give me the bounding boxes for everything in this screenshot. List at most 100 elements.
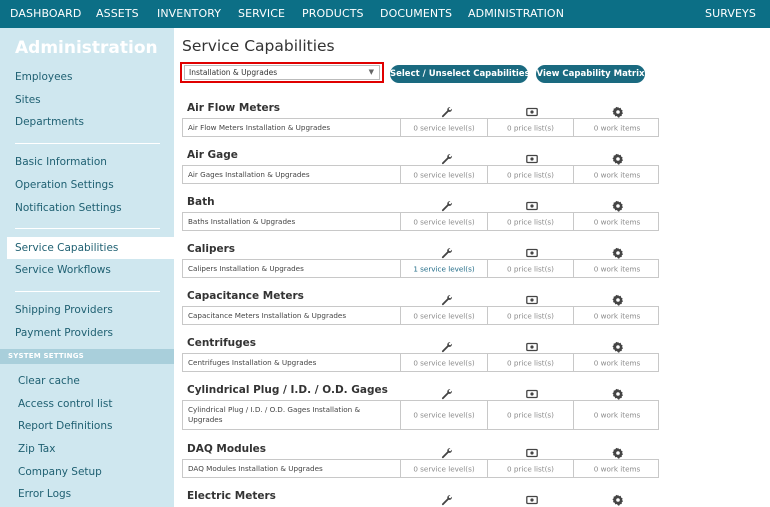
select-box[interactable]: Installation & Upgrades ▼ [184,65,380,80]
service-levels-count[interactable]: 0 service level(s) [401,123,487,132]
service-levels-cell[interactable]: 0 service level(s) [401,460,488,477]
top-nav: DASHBOARD ASSETS INVENTORY SERVICE PRODU… [0,0,770,28]
work-items-cell[interactable]: 0 work items [574,460,660,477]
service-levels-count[interactable]: 0 service level(s) [401,217,487,226]
gear-icon [612,338,624,353]
service-levels-cell[interactable]: 0 service level(s) [401,354,488,371]
work-items-count[interactable]: 0 work items [574,311,660,320]
service-levels-count[interactable]: 1 service level(s) [401,264,487,273]
price-lists-cell[interactable]: 0 price list(s) [488,260,574,277]
group-title-air-gage: Air Gage [187,149,238,161]
sidebar-item-payment-providers[interactable]: Payment Providers [15,327,113,339]
work-items-count[interactable]: 0 work items [574,264,660,273]
sidebar-item-sites[interactable]: Sites [15,94,41,106]
capability-name: Calipers Installation & Upgrades [188,263,304,273]
price-lists-count[interactable]: 0 price list(s) [488,123,573,132]
price-lists-cell[interactable]: 0 price list(s) [488,213,574,230]
work-items-count[interactable]: 0 work items [574,217,660,226]
price-lists-count[interactable]: 0 price list(s) [488,311,573,320]
nav-assets[interactable]: ASSETS [96,0,139,28]
sidebar-item-error-logs[interactable]: Error Logs [18,488,71,500]
sidebar-item-company-setup[interactable]: Company Setup [18,466,102,478]
service-levels-cell[interactable]: 0 service level(s) [401,119,488,136]
capability-name-cell: Air Flow Meters Installation & Upgrades [183,119,401,136]
sidebar-item-employees[interactable]: Employees [15,71,72,83]
price-lists-count[interactable]: 0 price list(s) [488,358,573,367]
sidebar-item-departments[interactable]: Departments [15,116,84,128]
wrench-icon [441,338,453,353]
service-levels-count[interactable]: 0 service level(s) [401,411,487,420]
sidebar-item-shipping-providers[interactable]: Shipping Providers [15,304,113,316]
work-items-cell[interactable]: 0 work items [574,307,660,324]
service-levels-cell[interactable]: 0 service level(s) [401,213,488,230]
service-levels-count[interactable]: 0 service level(s) [401,170,487,179]
nav-dashboard[interactable]: DASHBOARD [10,0,81,28]
money-icon [526,103,538,117]
money-icon [526,385,538,399]
price-lists-count[interactable]: 0 price list(s) [488,464,573,473]
service-levels-count[interactable]: 0 service level(s) [401,358,487,367]
sidebar-item-access-control-list[interactable]: Access control list [18,398,112,410]
capability-filter-select[interactable]: Installation & Upgrades ▼ [180,62,384,83]
sidebar-item-notification-settings[interactable]: Notification Settings [15,202,122,214]
price-lists-cell[interactable]: 0 price list(s) [488,119,574,136]
capability-name-cell: Air Gages Installation & Upgrades [183,166,401,183]
money-icon [526,491,538,505]
wrench-icon [441,444,453,459]
price-lists-count[interactable]: 0 price list(s) [488,217,573,226]
capability-row: Centrifuges Installation & Upgrades 0 ser… [182,353,659,372]
work-items-cell[interactable]: 0 work items [574,401,660,429]
sidebar-title: Administration [15,38,158,58]
sidebar-item-basic-information[interactable]: Basic Information [15,156,107,168]
price-lists-count[interactable]: 0 price list(s) [488,411,573,420]
work-items-cell[interactable]: 0 work items [574,119,660,136]
sidebar-item-service-capabilities[interactable]: Service Capabilities [15,242,118,254]
price-lists-count[interactable]: 0 price list(s) [488,264,573,273]
nav-inventory[interactable]: INVENTORY [157,0,221,28]
select-value: Installation & Upgrades [189,68,278,77]
sidebar-item-zip-tax[interactable]: Zip Tax [18,443,55,455]
gear-icon [612,444,624,459]
service-levels-count[interactable]: 0 service level(s) [401,311,487,320]
work-items-count[interactable]: 0 work items [574,123,660,132]
capability-name-cell: DAQ Modules Installation & Upgrades [183,460,401,477]
select-unselect-capabilities-button[interactable]: Select / Unselect Capabilities [390,65,530,83]
service-levels-cell[interactable]: 0 service level(s) [401,307,488,324]
work-items-count[interactable]: 0 work items [574,464,660,473]
service-levels-cell[interactable]: 1 service level(s) [401,260,488,277]
service-levels-cell[interactable]: 0 service level(s) [401,401,488,429]
work-items-count[interactable]: 0 work items [574,358,660,367]
price-lists-cell[interactable]: 0 price list(s) [488,401,574,429]
price-lists-cell[interactable]: 0 price list(s) [488,166,574,183]
nav-administration[interactable]: ADMINISTRATION [468,0,564,28]
sidebar-item-report-definitions[interactable]: Report Definitions [18,420,112,432]
gear-icon [612,291,624,306]
group-title-centrifuges: Centrifuges [187,337,257,349]
nav-service[interactable]: SERVICE [238,0,285,28]
sidebar-item-service-workflows[interactable]: Service Workflows [15,264,111,276]
nav-documents[interactable]: DOCUMENTS [380,0,452,28]
capability-row: Air Flow Meters Installation & Upgrades 0… [182,118,659,137]
sidebar-item-operation-settings[interactable]: Operation Settings [15,179,114,191]
work-items-cell[interactable]: 0 work items [574,260,660,277]
sidebar-item-clear-cache[interactable]: Clear cache [18,375,80,387]
wrench-icon [441,244,453,259]
work-items-cell[interactable]: 0 work items [574,354,660,371]
work-items-cell[interactable]: 0 work items [574,166,660,183]
gear-icon [612,197,624,212]
capability-name-cell: Cylindrical Plug / I.D. / O.D. Gages Ins… [183,401,401,429]
service-levels-cell[interactable]: 0 service level(s) [401,166,488,183]
nav-products[interactable]: PRODUCTS [302,0,364,28]
nav-surveys[interactable]: SURVEYS [705,0,756,28]
money-icon [526,291,538,305]
price-lists-cell[interactable]: 0 price list(s) [488,460,574,477]
price-lists-count[interactable]: 0 price list(s) [488,170,573,179]
work-items-count[interactable]: 0 work items [574,411,660,420]
view-capability-matrix-button[interactable]: View Capability Matrix [536,65,645,83]
price-lists-cell[interactable]: 0 price list(s) [488,307,574,324]
price-lists-cell[interactable]: 0 price list(s) [488,354,574,371]
wrench-icon [441,197,453,212]
service-levels-count[interactable]: 0 service level(s) [401,464,487,473]
work-items-count[interactable]: 0 work items [574,170,660,179]
work-items-cell[interactable]: 0 work items [574,213,660,230]
